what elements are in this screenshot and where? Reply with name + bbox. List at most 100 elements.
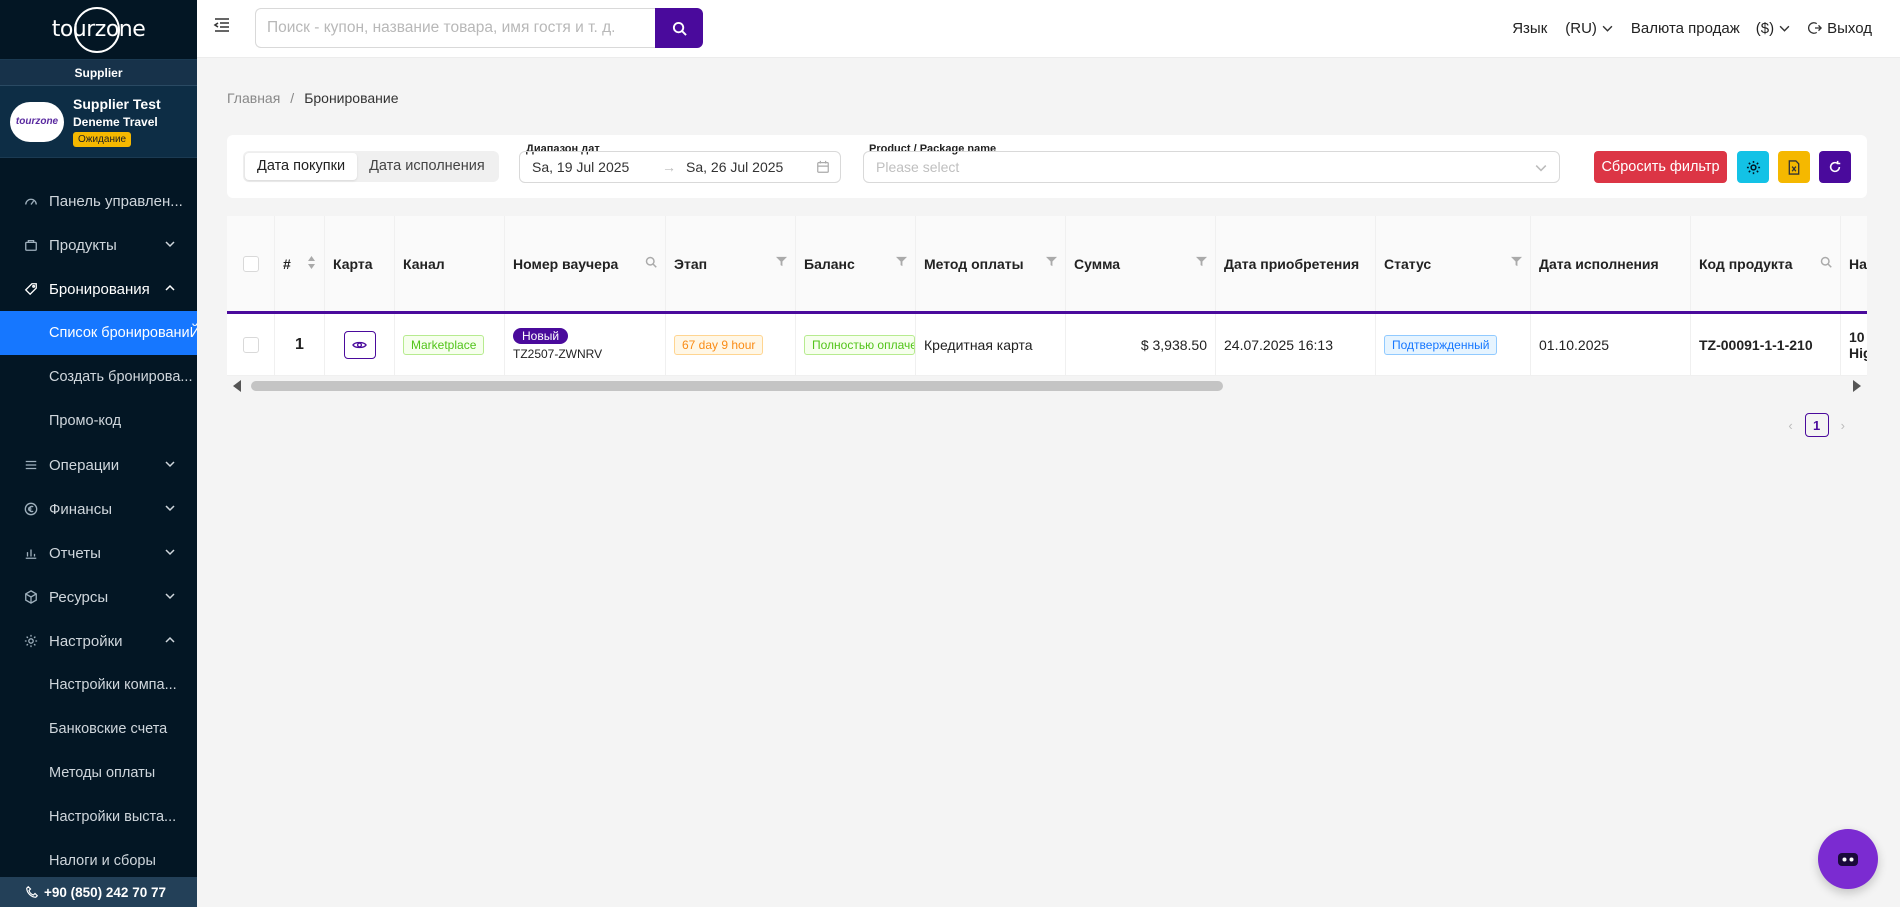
header-label: #	[283, 255, 291, 272]
scrollbar-thumb[interactable]	[251, 381, 1223, 391]
sidebar-item-resources[interactable]: Ресурсы	[0, 575, 197, 619]
header-exec-date: Дата исполнения	[1531, 216, 1691, 311]
date-range-picker[interactable]: Sa, 19 Jul 2025 → Sa, 26 Jul 2025	[519, 151, 841, 183]
cell-balance: Полностью оплачен	[796, 314, 916, 375]
product-package-select[interactable]: Please select	[863, 151, 1560, 183]
euro-icon	[24, 502, 38, 516]
header-label: Этап	[674, 255, 708, 272]
breadcrumb-home[interactable]: Главная	[227, 90, 280, 106]
horizontal-scrollbar[interactable]	[227, 376, 1867, 396]
logout-button[interactable]: Выход	[1808, 20, 1872, 37]
view-card-button[interactable]	[343, 330, 376, 359]
cell-product-code: TZ-00091-1-1-210	[1691, 314, 1841, 375]
header-select-all	[227, 216, 275, 311]
scroll-right-icon[interactable]	[1851, 380, 1861, 392]
menu-fold-icon[interactable]	[213, 16, 231, 34]
sidebar-item-reports[interactable]: Отчеты	[0, 531, 197, 575]
select-all-checkbox[interactable]	[242, 255, 259, 272]
table-header: # Карта Канал Номер ваучера Этап Баланс …	[227, 216, 1867, 314]
filter-bar: Дата покупки Дата исполнения Диапазон да…	[227, 135, 1867, 198]
supplier-card: tourzone Supplier Test Deneme Travel Ожи…	[0, 86, 197, 158]
cell-payment-method: Кредитная карта	[916, 314, 1066, 375]
prev-page-button[interactable]: ‹	[1788, 418, 1792, 433]
sidebar-sub-create-booking[interactable]: Создать бронирова...	[0, 355, 197, 399]
avatar: tourzone	[10, 101, 64, 142]
header-balance: Баланс	[796, 216, 916, 311]
status-tag: Подтвержденный	[1384, 334, 1498, 355]
status-badge: Ожидание	[73, 132, 132, 147]
filter-icon[interactable]	[896, 256, 907, 267]
sidebar-item-label: Панель управлен...	[49, 192, 183, 210]
next-page-button[interactable]: ›	[1841, 418, 1845, 433]
sidebar-item-operations[interactable]: Операции	[0, 443, 197, 487]
header-actions: Язык (RU) Валюта продаж ($) Выход	[1494, 0, 1872, 56]
cell-card	[325, 314, 395, 375]
header-stage: Этап	[666, 216, 796, 311]
date-to[interactable]: Sa, 26 Jul 2025	[686, 159, 816, 175]
sidebar-menu: Панель управлен... Продукты Бронирования…	[0, 179, 197, 883]
header-label: Номер ваучера	[513, 255, 619, 272]
chevron-down-icon	[1602, 25, 1613, 32]
chevron-down-icon	[165, 505, 175, 512]
search-button[interactable]	[655, 8, 703, 48]
chevron-up-icon	[165, 284, 175, 291]
filter-icon[interactable]	[1046, 256, 1057, 267]
sidebar-sub-promo-code[interactable]: Промо-код	[0, 399, 197, 443]
table-row[interactable]: 1 Marketplace Новый TZ2507-ZWNRV 67 day …	[227, 314, 1867, 376]
search-icon[interactable]	[645, 256, 657, 268]
date-from[interactable]: Sa, 19 Jul 2025	[532, 159, 662, 175]
balance-tag: Полностью оплачен	[804, 334, 915, 355]
phone-icon	[26, 886, 38, 898]
channel-tag: Marketplace	[403, 334, 485, 355]
language-select[interactable]: (RU)	[1565, 20, 1613, 37]
name-line-2: Hig	[1849, 344, 1867, 361]
row-checkbox[interactable]	[242, 336, 259, 353]
tag-icon	[24, 283, 37, 296]
table-settings-button[interactable]	[1737, 151, 1769, 183]
segment-purchase-date[interactable]: Дата покупки	[245, 153, 358, 180]
reset-filter-button[interactable]: Сбросить фильтр	[1594, 151, 1727, 183]
logo-area: tourzone	[0, 0, 197, 60]
cube-icon	[25, 590, 37, 604]
gear-icon	[24, 634, 38, 648]
sidebar-sub-booking-list[interactable]: Список бронированиЙ...	[0, 311, 197, 355]
sidebar: tourzone Supplier tourzone Supplier Test…	[0, 0, 197, 907]
sidebar-sub-billing-settings[interactable]: Настройки выста...	[0, 795, 197, 839]
search-input[interactable]	[255, 8, 655, 48]
currency-select[interactable]: ($)	[1756, 20, 1790, 37]
export-excel-button[interactable]	[1778, 151, 1810, 183]
calendar-icon	[817, 160, 829, 173]
sidebar-item-bookings[interactable]: Бронирования	[0, 267, 197, 311]
filter-icon[interactable]	[1511, 256, 1522, 267]
sidebar-item-settings[interactable]: Настройки	[0, 619, 197, 663]
sidebar-sub-company-settings[interactable]: Настройки компа...	[0, 663, 197, 707]
phone-bar[interactable]: +90 (850) 242 70 77	[0, 877, 197, 907]
voucher-number[interactable]: TZ2507-ZWNRV	[513, 347, 602, 361]
scroll-left-icon[interactable]	[233, 380, 243, 392]
sidebar-sub-payment-methods[interactable]: Методы оплаты	[0, 751, 197, 795]
cell-amount: $ 3,938.50	[1066, 314, 1216, 375]
tourzone-logo[interactable]: tourzone	[52, 7, 146, 53]
sidebar-item-products[interactable]: Продукты	[0, 223, 197, 267]
page-1-button[interactable]: 1	[1804, 413, 1829, 437]
name-line-1: 10	[1849, 328, 1865, 345]
filter-icon[interactable]	[1196, 256, 1207, 267]
search-icon[interactable]	[1820, 256, 1832, 268]
header-product-code: Код продукта	[1691, 216, 1841, 311]
sort-icon	[308, 256, 315, 269]
segment-execution-date[interactable]: Дата исполнения	[357, 153, 497, 180]
header-label: Сумма	[1074, 255, 1121, 272]
chevron-down-icon	[165, 461, 175, 468]
filter-icon[interactable]	[776, 256, 787, 267]
sidebar-item-dashboard[interactable]: Панель управлен...	[0, 179, 197, 223]
cell-exec-date: 01.10.2025	[1531, 314, 1691, 375]
chat-assistant-button[interactable]	[1818, 829, 1878, 889]
header-channel: Канал	[395, 216, 505, 311]
new-badge: Новый	[513, 328, 569, 344]
bag-icon	[25, 239, 37, 251]
refresh-button[interactable]	[1819, 151, 1851, 183]
header-num[interactable]: #	[275, 216, 325, 311]
sidebar-item-finance[interactable]: Финансы	[0, 487, 197, 531]
sidebar-sub-bank-accounts[interactable]: Банковские счета	[0, 707, 197, 751]
language-value: (RU)	[1565, 19, 1597, 37]
